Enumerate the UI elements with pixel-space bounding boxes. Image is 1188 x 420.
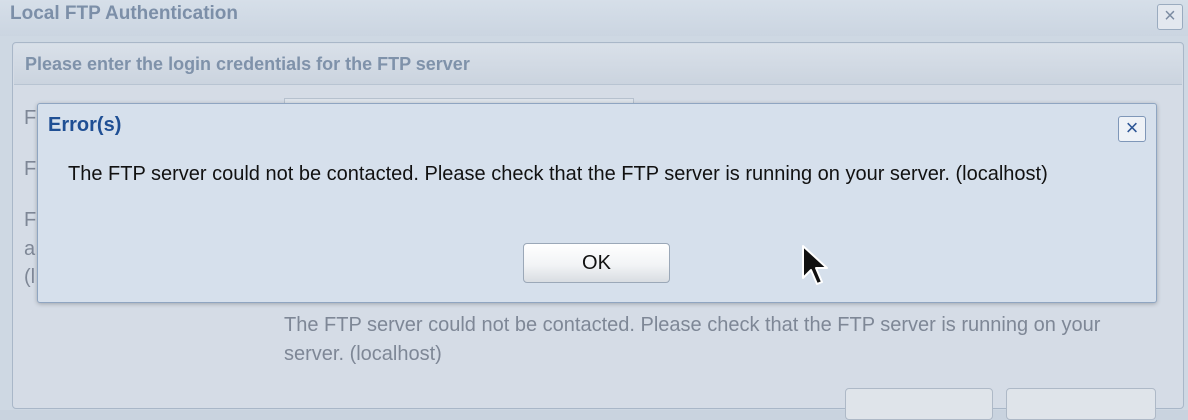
background-dialog-title: Local FTP Authentication: [10, 3, 239, 24]
background-submit-button: [845, 388, 993, 420]
field-label-partial: F: [24, 158, 37, 180]
background-error-message: The FTP server could not be contacted. P…: [284, 314, 1101, 365]
credentials-panel-title: Please enter the login credentials for t…: [25, 54, 470, 74]
field-label-partial: F: [24, 209, 37, 231]
error-message: The FTP server could not be contacted. P…: [68, 163, 1048, 185]
background-cancel-button: [1006, 388, 1156, 420]
background-titlebar: Local FTP Authentication ×: [0, 0, 1188, 36]
credentials-panel-header: Please enter the login credentials for t…: [14, 44, 1182, 85]
error-dialog: Error(s) × The FTP server could not be c…: [37, 103, 1157, 303]
ok-button[interactable]: OK: [523, 243, 670, 283]
field-label-partial: a: [24, 238, 36, 260]
field-label-partial: F: [24, 107, 37, 129]
mouse-pointer-icon: [802, 245, 828, 285]
close-icon[interactable]: ×: [1118, 116, 1146, 142]
field-label-partial: (l: [24, 266, 36, 288]
error-dialog-title: Error(s): [48, 114, 122, 136]
close-icon: ×: [1157, 4, 1183, 30]
